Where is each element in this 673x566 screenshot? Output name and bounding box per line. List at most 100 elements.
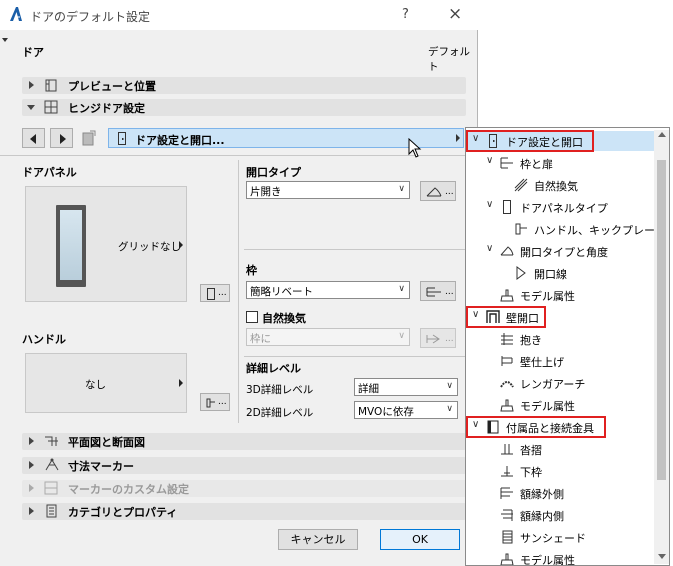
detail-level-title: 詳細レベル — [246, 362, 301, 375]
casing-out-icon — [500, 486, 514, 500]
highlight-box — [466, 130, 594, 152]
expand-arrow-icon — [29, 437, 34, 445]
section-dimension-marker[interactable]: 寸法マーカー — [22, 457, 466, 474]
cancel-button[interactable]: キャンセル — [278, 529, 358, 550]
brush-icon — [500, 288, 514, 302]
scrollbar[interactable] — [654, 130, 669, 564]
dimension-icon — [44, 458, 60, 472]
chevron-down-icon[interactable]: ∨ — [486, 155, 493, 166]
tree-item[interactable]: サンシェード — [466, 527, 654, 547]
section-label: マーカーのカスタム設定 — [68, 483, 189, 496]
divider — [0, 155, 478, 156]
opening-type-select[interactable]: 片開き ∨ — [246, 181, 410, 199]
submenu-arrow-icon — [179, 241, 183, 249]
section-plan-section[interactable]: 平面図と断面図 — [22, 433, 466, 450]
frame-icon — [425, 286, 443, 298]
frame-button[interactable]: ... — [420, 281, 456, 301]
handle-icon — [206, 397, 216, 409]
tree-item[interactable]: ∨ 枠と扉 — [466, 153, 654, 173]
tree-item[interactable]: ハンドル、キックプレート — [466, 219, 654, 239]
chevron-down-icon: ∨ — [398, 184, 405, 194]
tree-item[interactable]: 開口線 — [466, 263, 654, 283]
section-preview[interactable]: プレビューと位置 — [22, 77, 466, 94]
prev-page-button[interactable] — [22, 128, 45, 148]
door-panel-image — [56, 205, 86, 287]
close-button[interactable]: × — [448, 4, 462, 24]
ok-button[interactable]: OK — [380, 529, 460, 550]
frame-sub-value: 枠に — [250, 333, 271, 345]
chevron-down-icon: ∨ — [446, 381, 453, 391]
section-category[interactable]: カテゴリとプロパティ — [22, 503, 466, 520]
title-bar: ドアのデフォルト設定 ? × — [0, 0, 478, 30]
column-divider — [238, 160, 239, 423]
opening-type-button[interactable]: ... — [420, 181, 456, 201]
chevron-down-icon[interactable]: ∨ — [486, 199, 493, 210]
door-panel-preview[interactable]: グリッドなし — [25, 186, 187, 302]
scrollbar-thumb[interactable] — [657, 160, 666, 480]
tree-item-label: サンシェード — [520, 532, 586, 545]
tree-item[interactable]: ∨ ドアパネルタイプ — [466, 197, 654, 217]
section-label: 寸法マーカー — [68, 460, 134, 473]
tree-item-label: 自然換気 — [534, 180, 578, 193]
help-button[interactable]: ? — [402, 7, 409, 22]
tree-item-label: ハンドル、キックプレート — [534, 224, 654, 237]
tree-item-label: 枠と扉 — [520, 158, 553, 171]
chevron-down-icon[interactable]: ∨ — [486, 243, 493, 254]
arch-icon — [500, 376, 514, 390]
tree-item[interactable]: 額縁外側 — [466, 483, 654, 503]
natural-vent-checkbox[interactable] — [246, 311, 258, 323]
hinge-door-icon — [44, 100, 60, 114]
tree-item-label: 壁仕上げ — [520, 356, 564, 369]
tree-item[interactable]: モデル属性 — [466, 285, 654, 305]
tree-item-label: 額縁外側 — [520, 488, 564, 501]
frame-sub-select: 枠に ∨ — [246, 328, 410, 346]
detail-2d-select[interactable]: MVOに依存 ∨ — [354, 401, 458, 419]
wall-finish-icon — [500, 354, 514, 368]
section-label: 平面図と断面図 — [68, 436, 145, 449]
section-label: プレビューと位置 — [68, 80, 156, 93]
tree-item[interactable]: 壁仕上げ — [466, 351, 654, 371]
tree-item[interactable]: モデル属性 — [466, 395, 654, 415]
section-marker-custom: マーカーのカスタム設定 — [22, 480, 466, 497]
frame-icon — [500, 156, 514, 170]
chevron-down-icon: ∨ — [398, 331, 405, 341]
door-icon — [118, 132, 126, 145]
section-hinge-door[interactable]: ヒンジドア設定 — [22, 99, 466, 116]
tree-item-label: モデル属性 — [520, 400, 575, 413]
tree-item[interactable]: 下枠 — [466, 461, 654, 481]
tree-item[interactable]: モデル属性 — [466, 549, 654, 565]
sill-icon — [500, 464, 514, 478]
tree-item-label: 額縁内側 — [520, 510, 564, 523]
archicad-logo-icon — [8, 6, 24, 22]
frame-select[interactable]: 簡略リベート ∨ — [246, 281, 410, 299]
chevron-down-icon: ∨ — [446, 404, 453, 414]
default-label: デフォルト — [428, 46, 470, 73]
frame-value: 簡略リベート — [250, 286, 313, 298]
tree-item[interactable]: 額縁内側 — [466, 505, 654, 525]
right-arrow-icon — [60, 134, 66, 144]
collapse-arrow-icon[interactable] — [2, 38, 8, 42]
chevron-down-icon: ∨ — [398, 284, 405, 294]
scroll-up-icon[interactable] — [658, 132, 666, 137]
tree-item[interactable]: 自然換気 — [466, 175, 654, 195]
tree-item[interactable]: レンガアーチ — [466, 373, 654, 393]
opening-type-title: 開口タイプ — [246, 166, 301, 179]
tree-item[interactable]: 沓摺 — [466, 439, 654, 459]
handle-preview[interactable]: なし — [25, 353, 187, 413]
handle-title: ハンドル — [22, 333, 66, 346]
tree-item[interactable]: 抱き — [466, 329, 654, 349]
detail-2d-value: MVOに依存 — [358, 406, 414, 418]
door-small-icon — [207, 288, 215, 300]
handle-settings-button[interactable]: ... — [200, 393, 230, 411]
handle-icon — [514, 222, 528, 236]
scroll-down-icon[interactable] — [658, 554, 666, 559]
tree-item[interactable]: ∨ 開口タイプと角度 — [466, 241, 654, 261]
panel-settings-button[interactable]: ... — [200, 284, 230, 302]
window-title: ドアのデフォルト設定 — [30, 10, 151, 24]
page-label: ドア設定と開口... — [135, 134, 225, 147]
threshold-icon — [500, 442, 514, 456]
submenu-arrow-icon — [456, 134, 460, 142]
next-page-button[interactable] — [50, 128, 73, 148]
favorites-icon[interactable] — [80, 129, 98, 147]
detail-3d-select[interactable]: 詳細 ∨ — [354, 378, 458, 396]
